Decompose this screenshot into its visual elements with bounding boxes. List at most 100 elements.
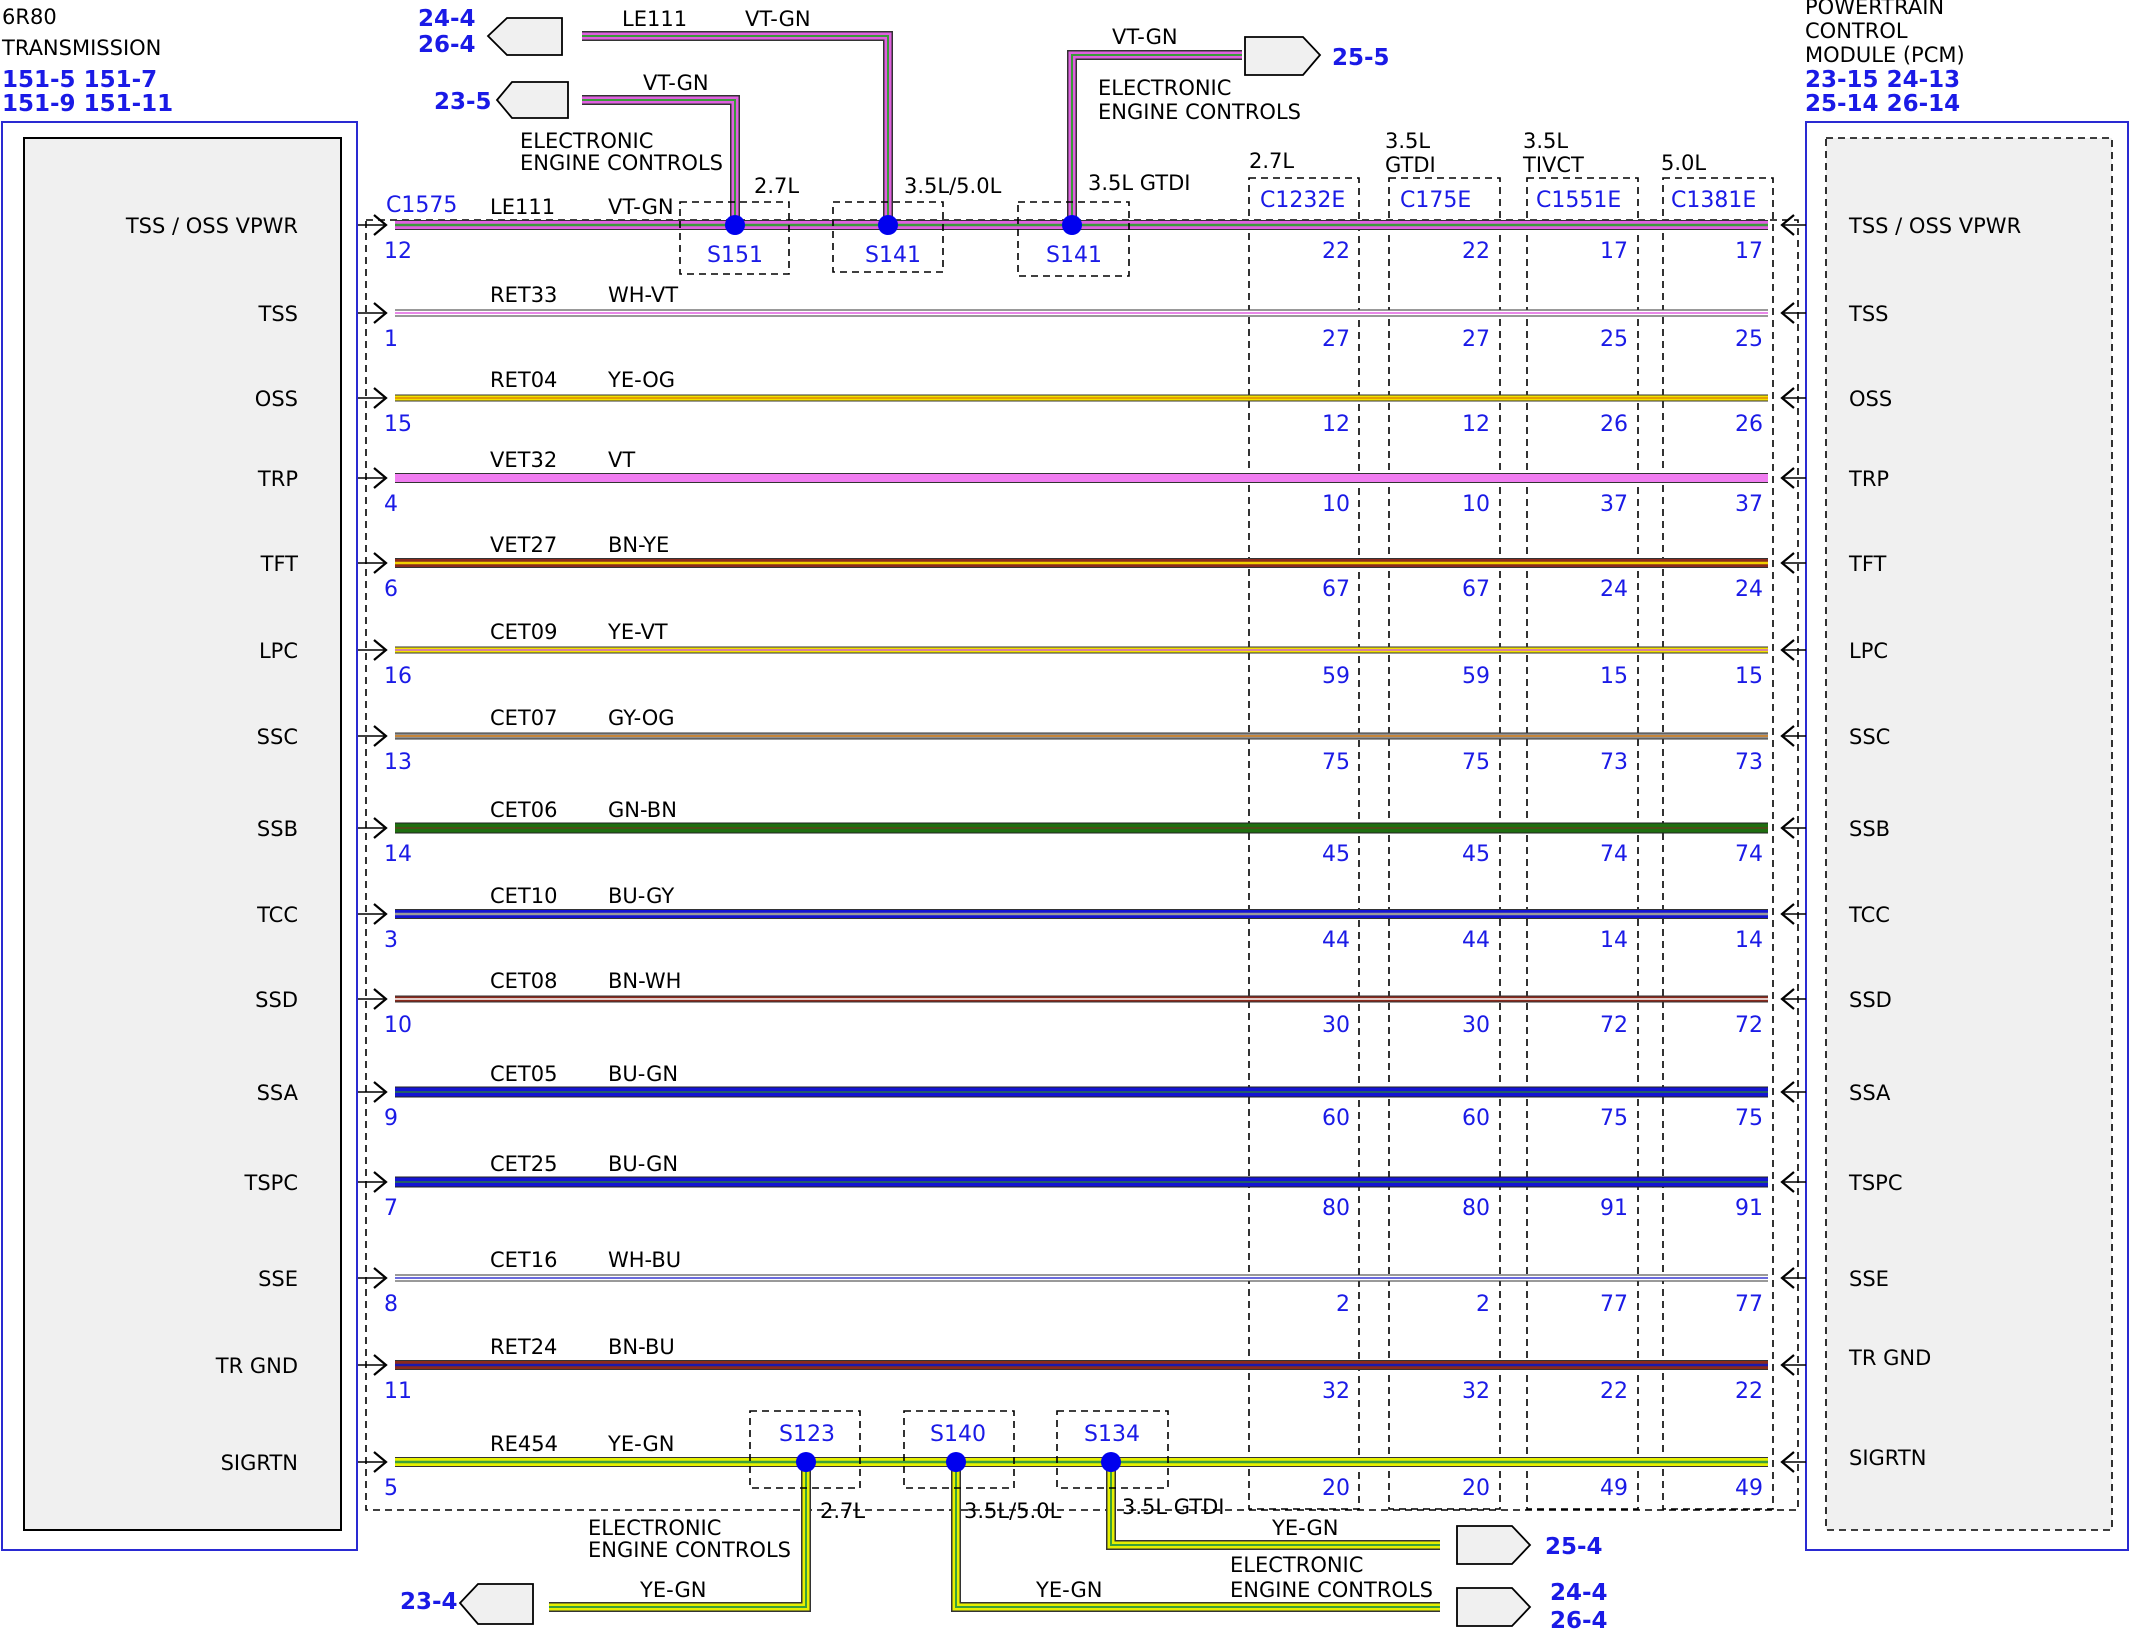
circuit-row[interactable]: SSD SSD CET08 BN-WH 10 30 30 72 72 bbox=[255, 969, 1892, 1038]
splice-s134-label: S134 bbox=[1084, 1422, 1140, 1447]
circuit-row[interactable]: SSB SSB CET06 GN-BN 14 45 45 74 74 bbox=[257, 798, 1890, 867]
pcm-pin: 74 bbox=[1600, 842, 1628, 867]
wire-color-code: VT bbox=[608, 448, 635, 472]
right-signal-label: SSD bbox=[1849, 988, 1892, 1012]
circuit-id: RET04 bbox=[490, 368, 557, 392]
top-branch-b3-note-2: ENGINE CONTROLS bbox=[1098, 100, 1301, 124]
left-signal-label: TSPC bbox=[244, 1171, 298, 1195]
column-2-variant: 3.5L bbox=[1385, 129, 1430, 153]
right-signal-label: TSPC bbox=[1848, 1171, 1902, 1195]
pcm-pin: 24 bbox=[1600, 577, 1628, 602]
bottom-branch-b3-color: YE-GN bbox=[1271, 1516, 1338, 1540]
left-signal-label: SSA bbox=[257, 1081, 299, 1105]
transmission-pin: 4 bbox=[384, 492, 398, 517]
pcm-pin: 12 bbox=[1322, 412, 1350, 437]
right-signal-label: TR GND bbox=[1848, 1346, 1931, 1370]
top-branch-b2-connector-icon[interactable] bbox=[486, 17, 563, 56]
splice-s140-dot[interactable] bbox=[946, 1452, 966, 1472]
pcm-pin: 73 bbox=[1600, 750, 1628, 775]
bottom-branch-b2-ref-2[interactable]: 26-4 bbox=[1550, 1608, 1608, 1632]
transmission-pin: 15 bbox=[384, 412, 412, 437]
right-module-ref-1[interactable]: 23-15 24-13 bbox=[1805, 67, 1960, 93]
pcm-pin: 10 bbox=[1322, 492, 1350, 517]
splice-s123-dot[interactable] bbox=[796, 1452, 816, 1472]
pcm-pin: 27 bbox=[1462, 327, 1490, 352]
column-2-connector[interactable]: C175E bbox=[1400, 188, 1471, 213]
circuit-row[interactable]: TSS TSS RET33 WH-VT 1 27 27 25 25 bbox=[258, 283, 1889, 352]
column-3-variant: 3.5L bbox=[1523, 129, 1568, 153]
pcm-pin: 72 bbox=[1735, 1013, 1763, 1038]
splice-s141-a-dot[interactable] bbox=[878, 215, 898, 235]
circuit-row[interactable]: LPC LPC CET09 YE-VT 16 59 59 15 15 bbox=[259, 620, 1888, 689]
bottom-branch-b1-connector-icon[interactable] bbox=[458, 1583, 534, 1625]
top-branch-b3-connector-icon[interactable] bbox=[1244, 36, 1322, 76]
right-signal-label: TFT bbox=[1848, 552, 1887, 576]
pcm-pin: 72 bbox=[1600, 1013, 1628, 1038]
pcm-pin: 37 bbox=[1735, 492, 1763, 517]
bottom-branch-terminals[interactable]: 23-4 YE-GN ELECTRONIC ENGINE CONTROLS 24… bbox=[400, 1516, 1608, 1632]
bottom-branch-b2-color: YE-GN bbox=[1035, 1578, 1102, 1602]
top-branch-b1-color: VT-GN bbox=[643, 71, 709, 95]
left-module-ref-1[interactable]: 151-5 151-7 bbox=[2, 67, 157, 93]
top-branch-b2-ref-2[interactable]: 26-4 bbox=[418, 32, 476, 58]
bottom-branch-b2-connector-icon[interactable] bbox=[1456, 1587, 1532, 1627]
right-signal-label: OSS bbox=[1849, 387, 1892, 411]
top-branch-b2-ref-1[interactable]: 24-4 bbox=[418, 6, 476, 32]
circuit-row[interactable]: SSC SSC CET07 GY-OG 13 75 75 73 73 bbox=[257, 706, 1891, 775]
transmission-pin: 8 bbox=[384, 1292, 398, 1317]
bottom-branch-b1-ref[interactable]: 23-4 bbox=[400, 1589, 458, 1615]
pcm-pin: 80 bbox=[1462, 1196, 1490, 1221]
circuit-id: VET32 bbox=[490, 448, 557, 472]
circuit-row[interactable]: TFT TFT VET27 BN-YE 6 67 67 24 24 bbox=[260, 533, 1887, 602]
top-branch-terminals[interactable]: 23-5 VT-GN ELECTRONIC ENGINE CONTROLS 24… bbox=[418, 6, 1390, 175]
right-signal-label: SSB bbox=[1849, 817, 1890, 841]
pcm-pin: 59 bbox=[1322, 664, 1350, 689]
pcm-pin: 27 bbox=[1322, 327, 1350, 352]
splice-s151-dot[interactable] bbox=[725, 215, 745, 235]
bottom-branch-b3-connector-icon[interactable] bbox=[1456, 1525, 1532, 1565]
right-module-ref-2[interactable]: 25-14 26-14 bbox=[1805, 91, 1960, 117]
top-branch-b1-connector-icon[interactable] bbox=[495, 81, 569, 119]
transmission-pin: 14 bbox=[384, 842, 412, 867]
top-branch-b1-ref[interactable]: 23-5 bbox=[434, 89, 492, 115]
left-signal-label: TRP bbox=[257, 467, 298, 491]
circuit-row[interactable]: SIGRTN SIGRTN RE454 YE-GN 5 20 20 49 49 bbox=[221, 1432, 1927, 1501]
wiring-diagram: 6R80 TRANSMISSION 151-5 151-7 151-9 151-… bbox=[1, 0, 2129, 1632]
right-signal-label: TRP bbox=[1848, 467, 1889, 491]
circuit-row[interactable]: TSPC TSPC CET25 BU-GN 7 80 80 91 91 bbox=[244, 1152, 1903, 1221]
top-branch-b3-color: VT-GN bbox=[1112, 25, 1178, 49]
pcm-pin: 75 bbox=[1462, 750, 1490, 775]
pcm-pin: 74 bbox=[1735, 842, 1763, 867]
pcm-pin: 30 bbox=[1322, 1013, 1350, 1038]
splice-s134-dot[interactable] bbox=[1101, 1452, 1121, 1472]
left-signal-label: OSS bbox=[255, 387, 298, 411]
right-module-title-line1: POWERTRAIN bbox=[1805, 0, 1944, 19]
pcm-pin: 77 bbox=[1735, 1292, 1763, 1317]
left-module-ref-2[interactable]: 151-9 151-11 bbox=[2, 91, 173, 117]
pcm-pin: 45 bbox=[1322, 842, 1350, 867]
splice-s141-b-dot[interactable] bbox=[1062, 215, 1082, 235]
pcm-pin: 49 bbox=[1735, 1476, 1763, 1501]
top-branch-b3-ref[interactable]: 25-5 bbox=[1332, 45, 1390, 71]
splice-s141-a-variant: 3.5L/5.0L bbox=[904, 174, 1002, 198]
circuit-row[interactable]: TR GND TR GND RET24 BN-BU 11 32 32 22 22 bbox=[215, 1335, 1932, 1404]
circuit-row[interactable]: OSS OSS RET04 YE-OG 15 12 12 26 26 bbox=[255, 368, 1892, 437]
pcm-pin: 14 bbox=[1600, 928, 1628, 953]
circuit-id: CET05 bbox=[490, 1062, 557, 1086]
pcm-pin: 22 bbox=[1462, 239, 1490, 264]
pcm-pin: 15 bbox=[1735, 664, 1763, 689]
pcm-pin: 49 bbox=[1600, 1476, 1628, 1501]
circuit-row[interactable]: SSE SSE CET16 WH-BU 8 2 2 77 77 bbox=[258, 1248, 1889, 1317]
bottom-branch-b2-ref-1[interactable]: 24-4 bbox=[1550, 1580, 1608, 1606]
circuit-row[interactable]: TRP TRP VET32 VT 4 10 10 37 37 bbox=[257, 448, 1889, 517]
connector-c1575[interactable]: C1575 bbox=[365, 193, 1799, 1511]
column-4-connector[interactable]: C1381E bbox=[1671, 188, 1756, 213]
circuit-row[interactable]: SSA SSA CET05 BU-GN 9 60 60 75 75 bbox=[257, 1062, 1891, 1131]
transmission-pin: 5 bbox=[384, 1476, 398, 1501]
bottom-branch-b3-ref[interactable]: 25-4 bbox=[1545, 1534, 1603, 1560]
column-1-connector[interactable]: C1232E bbox=[1260, 188, 1345, 213]
column-3-connector[interactable]: C1551E bbox=[1536, 188, 1621, 213]
left-signal-label: SSB bbox=[257, 817, 298, 841]
circuit-id: CET08 bbox=[490, 969, 557, 993]
circuit-row[interactable]: TCC TCC CET10 BU-GY 3 44 44 14 14 bbox=[256, 884, 1890, 953]
